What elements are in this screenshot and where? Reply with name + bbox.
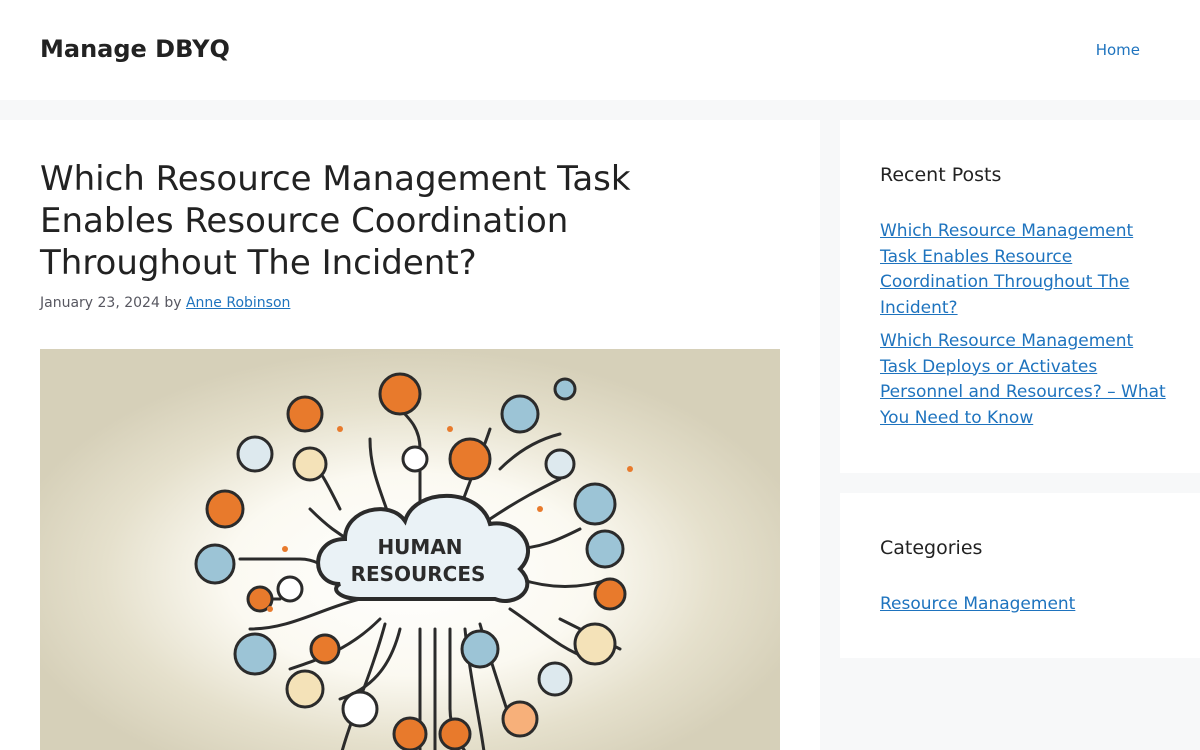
- sync-node-icon: [401, 445, 429, 473]
- featured-image: HUMAN RESOURCES: [40, 349, 780, 750]
- gear-node-icon: [292, 446, 328, 482]
- key-node-icon: [285, 669, 325, 709]
- org-chart-icon: [585, 529, 625, 569]
- post-author-link[interactable]: Anne Robinson: [186, 295, 290, 311]
- clock-node-icon: [537, 661, 573, 697]
- target-node-icon: [309, 633, 341, 665]
- dot-node-icon: [276, 575, 304, 603]
- growth-chart-icon: [460, 629, 500, 669]
- cloud-orange-icon: [593, 577, 627, 611]
- category-link[interactable]: Resource Management: [880, 594, 1075, 614]
- post-meta-by: by: [164, 295, 182, 311]
- nav-item-home[interactable]: Home: [1096, 40, 1140, 60]
- main-content: Which Resource Management Task Enables R…: [0, 120, 820, 750]
- categories-widget: Categories Resource Management: [840, 493, 1200, 658]
- recent-post-link[interactable]: Which Resource Management Task Deploys o…: [880, 331, 1166, 428]
- list-item: Resource Management: [880, 592, 1170, 618]
- person-node-icon: [378, 372, 422, 416]
- chat-node-icon: [553, 377, 577, 401]
- recent-posts-list: Which Resource Management Task Enables R…: [880, 219, 1170, 439]
- team-node-icon: [341, 690, 379, 728]
- categories-list: Resource Management: [880, 592, 1170, 626]
- list-item: Which Resource Management Task Deploys o…: [880, 329, 1170, 431]
- recent-post-link[interactable]: Which Resource Management Task Enables R…: [880, 221, 1133, 318]
- user-avatar-icon: [194, 543, 236, 585]
- post-title: Which Resource Management Task Enables R…: [40, 159, 631, 283]
- recent-posts-widget: Recent Posts Which Resource Management T…: [840, 120, 1200, 473]
- cloud-node-icon: [500, 394, 540, 434]
- bulb-node-icon: [205, 489, 245, 529]
- list-item: Which Resource Management Task Enables R…: [880, 219, 1170, 321]
- manager-node-icon: [573, 482, 617, 526]
- site-header: Manage DBYQ Home: [0, 0, 1200, 100]
- network-node-icon: [448, 437, 492, 481]
- worker-node-icon: [501, 700, 539, 738]
- people-node-icon: [286, 395, 324, 433]
- human-resources-illustration: HUMAN RESOURCES: [40, 349, 780, 750]
- site-title-link[interactable]: Manage DBYQ: [40, 34, 230, 64]
- cloud-small-icon: [236, 435, 274, 473]
- cloud-text-line1: HUMAN: [377, 535, 462, 559]
- tree-node-icon: [544, 448, 576, 480]
- cloud-text-line2: RESOURCES: [351, 562, 486, 586]
- person-orange-icon: [438, 717, 472, 750]
- document-node-icon: [573, 622, 617, 666]
- chart-node-icon: [233, 632, 277, 676]
- recent-posts-title: Recent Posts: [880, 164, 1002, 186]
- categories-title: Categories: [880, 537, 983, 559]
- post-date: January 23, 2024: [40, 295, 160, 311]
- leader-node-icon: [392, 716, 428, 750]
- post-meta: January 23, 2024 by Anne Robinson: [40, 293, 290, 313]
